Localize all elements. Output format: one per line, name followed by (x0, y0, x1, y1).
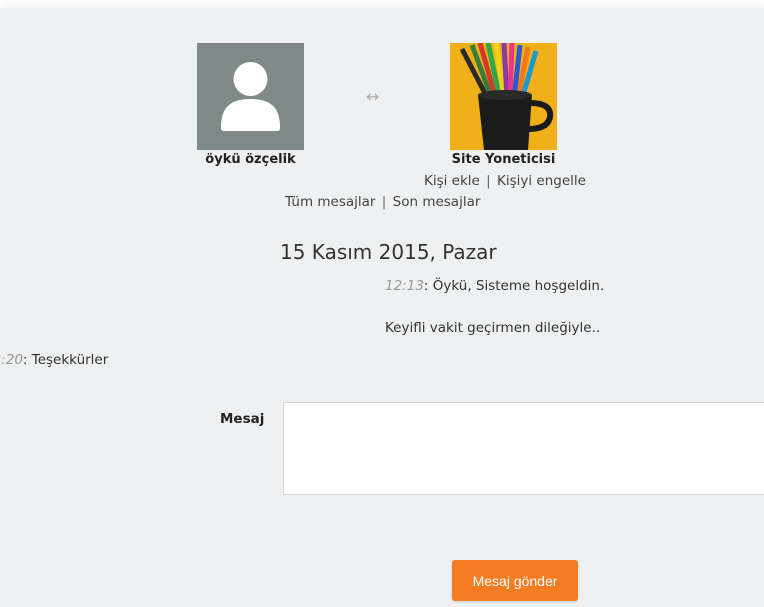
message-text: Keyifli vakit geçirmen dileğiyle.. (385, 320, 601, 336)
date-heading: 15 Kasım 2015, Pazar (280, 240, 497, 264)
user-avatar[interactable] (197, 43, 304, 150)
current-user: öykü özçelik (197, 43, 304, 167)
message-item: Keyifli vakit geçirmen dileğiyle.. (385, 320, 600, 336)
message-time: 13:20 (0, 352, 23, 368)
pencil-cup-photo (450, 43, 557, 150)
message-input[interactable] (283, 402, 764, 495)
message-text: : Öykü, Sisteme hoşgeldin. (423, 278, 605, 294)
contact-user: Site Yoneticisi (450, 43, 557, 167)
message-label: Mesaj (220, 411, 265, 427)
contact-avatar[interactable] (450, 43, 557, 150)
all-messages-link[interactable]: Tüm mesajlar (285, 194, 375, 210)
block-contact-link[interactable]: Kişiyi engelle (497, 173, 586, 189)
contact-actions: Kişi ekle | Kişiyi engelle (424, 173, 586, 189)
message-time: 12:13 (385, 278, 424, 294)
message-panel: öykü özçelik ↔ Site Yoneticisi Kişi ekle… (0, 8, 764, 607)
add-contact-link[interactable]: Kişi ekle (424, 173, 480, 189)
message-item: 12:13: Öykü, Sisteme hoşgeldin. (385, 278, 604, 294)
current-user-name[interactable]: öykü özçelik (205, 152, 295, 167)
separator: | (486, 173, 491, 189)
contact-user-name[interactable]: Site Yoneticisi (452, 152, 556, 167)
message-item: 13:20: Teşekkürler (0, 352, 108, 368)
default-user-silhouette-icon (221, 62, 280, 131)
message-text: : Teşekkürler (22, 352, 109, 368)
separator: | (381, 194, 387, 210)
message-view-links: Tüm mesajlar | Son mesajlar (285, 194, 480, 210)
send-message-button[interactable]: Mesaj gönder (452, 560, 578, 601)
left-right-arrow-icon: ↔ (366, 87, 380, 106)
recent-messages-link[interactable]: Son mesajlar (393, 194, 481, 210)
